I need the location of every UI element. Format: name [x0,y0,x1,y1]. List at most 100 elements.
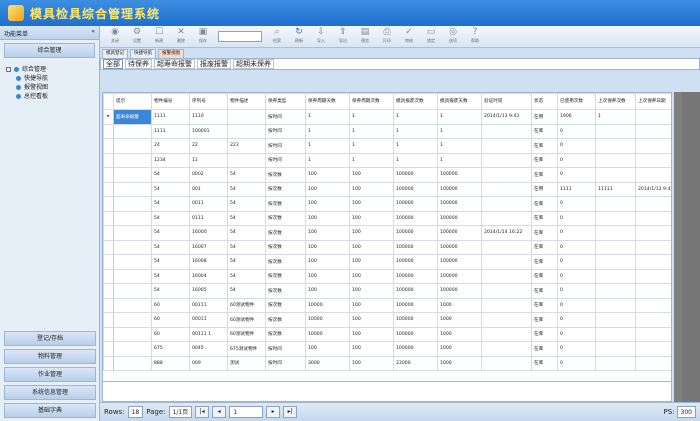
table-cell[interactable]: 54 [227,167,266,183]
tab-alarm-view[interactable]: 报警视图 [158,49,184,58]
column-header[interactable]: 保养周期天数 [305,93,350,110]
table-cell[interactable]: 100 [349,239,394,255]
sidebar-group-dictionary[interactable]: 基础字典 [4,403,96,418]
table-cell[interactable] [103,123,114,139]
column-header[interactable]: 上次保养日期 [635,93,671,110]
table-cell[interactable] [595,312,636,328]
table-cell[interactable] [113,355,152,371]
table-cell[interactable]: 1 [437,123,482,139]
table-cell[interactable]: 10000 [305,326,350,342]
table-cell[interactable]: 3000 [305,355,350,371]
table-row[interactable]: 60 00111 60测试物件 按次数 10000 100 100000 1000 在库 0 [103,297,671,313]
filter-scrap-alarm[interactable]: 报废报警 [197,59,231,69]
table-cell[interactable]: 60 [151,326,190,342]
table-cell[interactable]: 1110 [189,109,228,125]
table-cell[interactable] [635,312,671,328]
table-cell[interactable]: 54 [151,268,190,284]
table-cell[interactable]: 0002 [189,167,228,183]
table-cell[interactable]: 在库 [531,355,558,371]
table-cell[interactable] [103,283,114,299]
table-cell[interactable]: 1 [305,109,350,125]
tree-node-root[interactable]: 综合管理 [6,65,93,74]
column-header[interactable]: 模具报废次数 [393,93,438,110]
table-cell[interactable]: 100000 [437,181,482,197]
audit-button[interactable]: ✓ 审核 [398,27,420,47]
table-cell[interactable] [113,297,152,313]
column-header[interactable]: 保养类型 [265,93,306,110]
delete-button[interactable]: ✕ 删除 [170,27,192,47]
settings-button[interactable]: ⚙ 设置 [126,27,148,47]
sidebar-group-system-info[interactable]: 系统信息管理 [4,385,96,400]
table-cell[interactable]: 0 [557,283,596,299]
table-cell[interactable]: 16000 [189,225,228,241]
table-cell[interactable] [481,152,532,168]
table-cell[interactable]: 60测试物件 [227,297,266,313]
preview-button[interactable]: ▤ 预览 [354,27,376,47]
table-row[interactable]: ▸ 超寿命报警 1111 1110 按时间 1 1 1 1 2014/1/13 9:43 在用 190… [103,109,671,125]
table-cell[interactable] [635,152,671,168]
table-cell[interactable] [103,196,114,212]
table-cell[interactable]: 100000 [393,225,438,241]
table-cell[interactable]: 100 [349,254,394,270]
table-cell[interactable]: 在库 [531,239,558,255]
table-cell[interactable]: 100000 [437,225,482,241]
last-page-button[interactable]: ▸| [283,406,298,418]
table-cell[interactable] [103,138,114,154]
table-cell[interactable]: 1 [595,109,636,125]
save-button[interactable]: ▣ 保存 [192,27,214,47]
table-cell[interactable]: 0 [557,239,596,255]
table-cell[interactable] [595,326,636,342]
table-row[interactable]: 1111 100001 按时间 1 1 1 1 在库 0 [103,123,671,139]
table-cell[interactable]: 100 [349,225,394,241]
table-cell[interactable]: 100000 [437,239,482,255]
table-cell[interactable]: 按次数 [265,167,306,183]
table-cell[interactable]: 0 [557,341,596,357]
table-cell[interactable]: 100000 [393,210,438,226]
table-cell[interactable]: 100 [349,355,394,371]
table-cell[interactable]: 1 [437,109,482,125]
table-cell[interactable]: 100000 [437,254,482,270]
collapse-sidebar-icon[interactable]: « [91,28,95,35]
table-cell[interactable]: 54 [151,283,190,299]
table-cell[interactable]: 54 [151,225,190,241]
filter-overdue-maintenance[interactable]: 超期未保养 [233,59,274,69]
table-cell[interactable]: 1 [393,109,438,125]
table-cell[interactable] [481,167,532,183]
table-cell[interactable] [595,123,636,139]
table-cell[interactable]: 60 [151,312,190,328]
table-cell[interactable]: 按次数 [265,254,306,270]
table-cell[interactable] [103,210,114,226]
table-cell[interactable]: 100000 [393,326,438,342]
table-row[interactable]: 54 001 54 按次数 100 100 100000 100000 在用 1111 11111 2… [103,181,671,197]
table-cell[interactable] [481,196,532,212]
table-cell[interactable]: 在库 [531,123,558,139]
table-cell[interactable]: 100 [305,341,350,357]
filter-over-lifespan[interactable]: 超寿命报警 [154,59,195,69]
table-cell[interactable]: 按时间 [265,123,306,139]
page-size-input[interactable]: 300 [676,406,696,418]
filter-all[interactable]: 全部 [103,59,123,69]
table-cell[interactable] [113,283,152,299]
table-cell[interactable] [635,239,671,255]
table-cell[interactable]: 54 [227,181,266,197]
table-cell[interactable]: 1000 [437,326,482,342]
table-cell[interactable]: 在用 [531,181,558,197]
table-cell[interactable]: 2014/1/13 9:43 [635,181,671,197]
column-header[interactable]: 物件描述 [227,93,266,110]
table-cell[interactable] [595,254,636,270]
table-cell[interactable] [635,355,671,371]
print-button[interactable]: ⎙ 打印 [376,27,398,47]
table-cell[interactable]: 2014/1/13 9:43 [481,109,532,125]
table-cell[interactable] [113,239,152,255]
table-cell[interactable]: 100000 [437,210,482,226]
table-cell[interactable]: 2014/1/14 16:22 [481,225,532,241]
tab-mold-register[interactable]: 模具登记 [102,49,128,58]
table-cell[interactable] [595,152,636,168]
search-input[interactable] [218,31,262,42]
table-cell[interactable]: 1 [393,123,438,139]
table-cell[interactable]: 00111 [189,297,228,313]
table-cell[interactable] [103,239,114,255]
table-cell[interactable]: 1111 [557,181,596,197]
table-cell[interactable]: 按次数 [265,312,306,328]
table-cell[interactable] [103,326,114,342]
